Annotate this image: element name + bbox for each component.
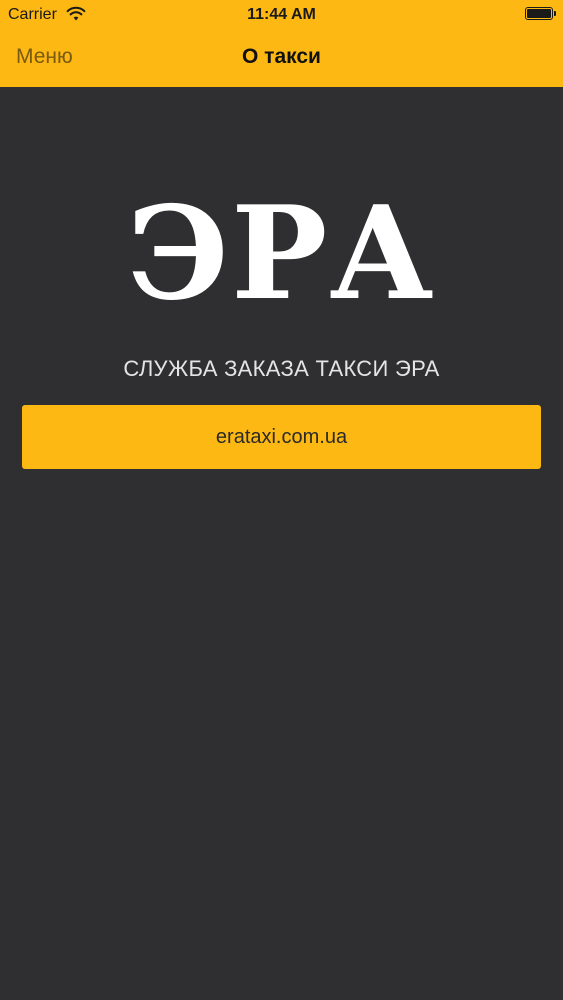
battery-icon [525, 7, 556, 20]
website-link-button[interactable]: erataxi.com.ua [22, 405, 541, 469]
page-title: О такси [242, 45, 321, 68]
status-bar: Carrier 11:44 AM [0, 0, 563, 30]
battery-level [527, 9, 551, 18]
status-time: 11:44 AM [247, 6, 316, 23]
top-bar: Carrier 11:44 AM Меню О такси [0, 0, 563, 87]
service-subtitle: СЛУЖБА ЗАКАЗА ТАКСИ ЭРА [123, 356, 440, 381]
era-logo: ЭРА [127, 179, 436, 329]
navigation-bar: Меню О такси [0, 30, 563, 87]
